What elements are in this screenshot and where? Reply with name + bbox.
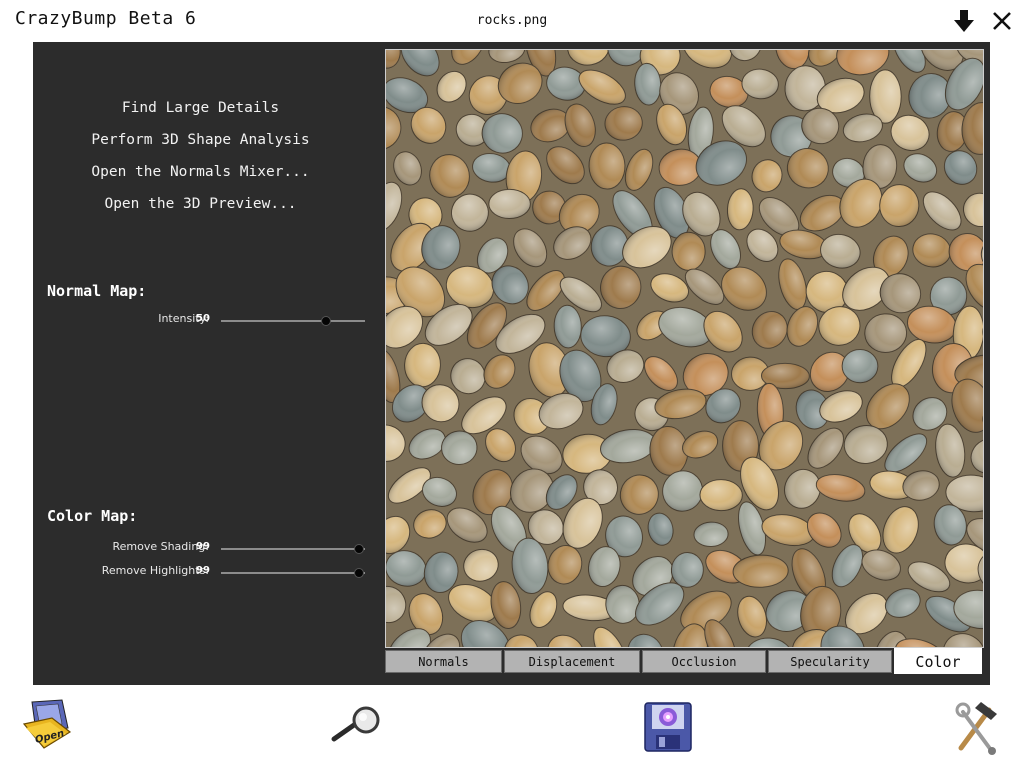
3d-preview-button[interactable]: Open the 3D Preview... xyxy=(33,196,368,212)
tab-specularity[interactable]: Specularity xyxy=(768,650,892,673)
normals-mixer-button[interactable]: Open the Normals Mixer... xyxy=(33,164,368,180)
tab-color[interactable]: Color xyxy=(894,648,982,674)
tab-normals[interactable]: Normals xyxy=(385,650,502,673)
color-map-title: Color Map: xyxy=(47,507,138,525)
remove-shading-slider[interactable] xyxy=(221,544,365,554)
floppy-save-icon[interactable] xyxy=(644,702,692,756)
tools-icon[interactable] xyxy=(951,696,1001,760)
normal-map-title: Normal Map: xyxy=(47,282,147,300)
shape-analysis-button[interactable]: Perform 3D Shape Analysis xyxy=(33,132,368,148)
down-arrow-icon[interactable] xyxy=(953,8,975,34)
main-panel: Find Large Details Perform 3D Shape Anal… xyxy=(33,42,990,685)
remove-shading-label: Remove Shading: xyxy=(112,540,209,553)
find-large-details-button[interactable]: Find Large Details xyxy=(33,100,368,116)
intensity-value: 50 xyxy=(196,313,210,324)
tab-occlusion[interactable]: Occlusion xyxy=(642,650,766,673)
intensity-slider[interactable] xyxy=(221,316,365,326)
open-folder-icon[interactable]: Open xyxy=(22,698,74,760)
remove-highlights-value: 99 xyxy=(196,565,210,576)
remove-shading-value: 99 xyxy=(196,541,210,552)
tab-displacement[interactable]: Displacement xyxy=(504,650,640,673)
remove-highlights-slider[interactable] xyxy=(221,568,365,578)
remove-highlights-label: Remove Highlights: xyxy=(101,564,209,577)
intensity-slider-thumb[interactable] xyxy=(321,316,332,326)
texture-preview[interactable] xyxy=(385,49,984,648)
intensity-label: Intensity: xyxy=(158,312,209,325)
file-name: rocks.png xyxy=(476,13,548,28)
remove-highlights-slider-thumb[interactable] xyxy=(354,568,365,578)
close-x-icon[interactable] xyxy=(991,8,1013,34)
rocks-texture-image xyxy=(386,50,983,647)
remove-shading-slider-thumb[interactable] xyxy=(354,544,365,554)
magnifier-icon[interactable] xyxy=(330,705,384,749)
